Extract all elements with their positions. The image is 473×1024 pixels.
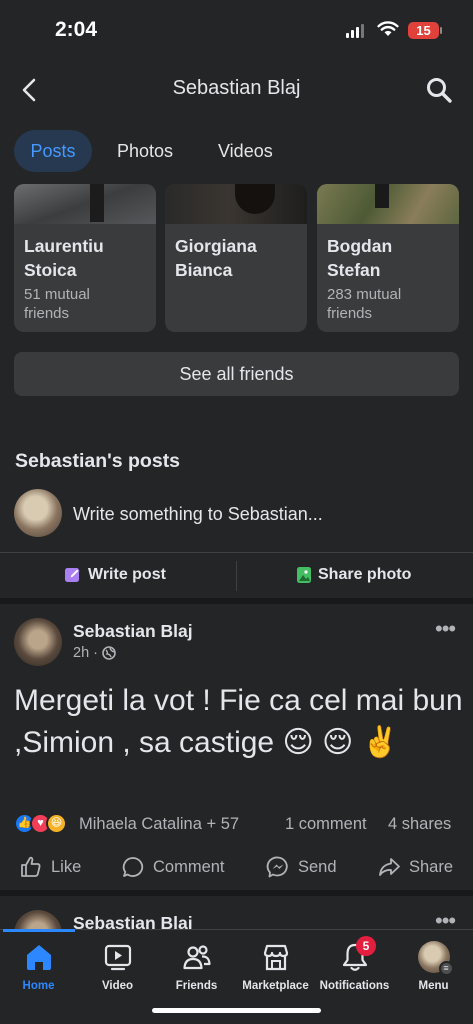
active-tab-indicator	[3, 929, 75, 932]
shares-count[interactable]: 4 shares	[388, 815, 451, 834]
notifications-badge: 5	[356, 936, 376, 956]
messenger-icon	[266, 856, 288, 878]
avatar[interactable]	[14, 618, 62, 666]
page-title: Sebastian Blaj	[172, 77, 301, 99]
friend-card[interactable]: Giorgiana Bianca	[165, 184, 307, 332]
section-separator	[0, 890, 473, 896]
posts-heading: Sebastian's posts	[15, 450, 181, 472]
comment-icon	[122, 857, 144, 877]
status-time: 2:04	[55, 18, 98, 41]
divider	[236, 561, 237, 591]
see-all-friends-button[interactable]: See all friends	[14, 352, 459, 396]
edit-icon	[65, 568, 80, 582]
divider	[0, 552, 473, 553]
tab-posts[interactable]: Posts	[14, 130, 92, 172]
wifi-icon	[377, 21, 399, 36]
meta-dot: ·	[93, 645, 98, 661]
video-icon	[104, 944, 131, 971]
composer-input[interactable]: Write something to Sebastian...	[73, 504, 323, 525]
friend-name: Laurentiu Stoica	[24, 236, 104, 280]
mutual-friends-count: 283 mutual friends	[327, 286, 402, 322]
post-text: Mergeti la vot ! Fie ca cel mai bun ,Sim…	[14, 684, 463, 759]
comments-count[interactable]: 1 comment	[285, 815, 367, 834]
mutual-friends-count: 51 mutual friends	[24, 286, 90, 322]
profile-avatar: ≡	[417, 941, 454, 976]
post-author[interactable]: Sebastian Blaj	[73, 621, 193, 642]
avatar[interactable]	[14, 489, 62, 537]
like-icon	[21, 856, 41, 877]
home-indicator	[152, 1008, 321, 1013]
like-button[interactable]: Like	[19, 855, 81, 879]
send-button[interactable]: Send	[266, 855, 337, 879]
menu-icon: ≡	[438, 961, 454, 976]
search-icon[interactable]	[425, 76, 453, 104]
friend-name: Bogdan Stefan	[327, 236, 393, 280]
share-button[interactable]: Share	[377, 855, 453, 879]
home-icon	[26, 945, 51, 970]
cellular-signal-icon	[346, 24, 364, 38]
post-meta: 2h ·	[73, 645, 116, 661]
comment-button[interactable]: Comment	[121, 855, 225, 879]
friend-name: Giorgiana Bianca	[175, 236, 257, 280]
write-post-button[interactable]: Write post	[64, 566, 166, 584]
reaction-names[interactable]: Mihaela Catalina + 57	[79, 815, 239, 834]
friend-photo	[317, 184, 459, 224]
tab-videos[interactable]: Videos	[218, 130, 273, 172]
tab-photos[interactable]: Photos	[117, 130, 173, 172]
reactions-summary[interactable]: 👍 ♥ 😆	[14, 813, 67, 834]
battery-nub	[440, 27, 442, 34]
friend-photo	[14, 184, 156, 224]
friend-photo	[165, 184, 307, 224]
haha-reaction-icon: 😆	[46, 813, 67, 834]
more-options-icon[interactable]: •••	[435, 618, 456, 640]
friend-card[interactable]: Bogdan Stefan 283 mutual friends	[317, 184, 459, 332]
friend-card[interactable]: Laurentiu Stoica 51 mutual friends	[14, 184, 156, 332]
share-photo-button[interactable]: Share photo	[296, 566, 411, 584]
photo-icon	[297, 567, 311, 583]
nav-menu[interactable]: ≡ Menu	[386, 940, 473, 992]
friends-icon	[182, 945, 211, 970]
share-icon	[379, 858, 400, 876]
post-time: 2h	[73, 645, 90, 661]
section-separator	[0, 598, 473, 604]
globe-icon	[102, 646, 116, 660]
battery-indicator: 15	[408, 22, 439, 39]
more-options-icon[interactable]: •••	[435, 910, 456, 932]
marketplace-icon	[263, 944, 288, 971]
